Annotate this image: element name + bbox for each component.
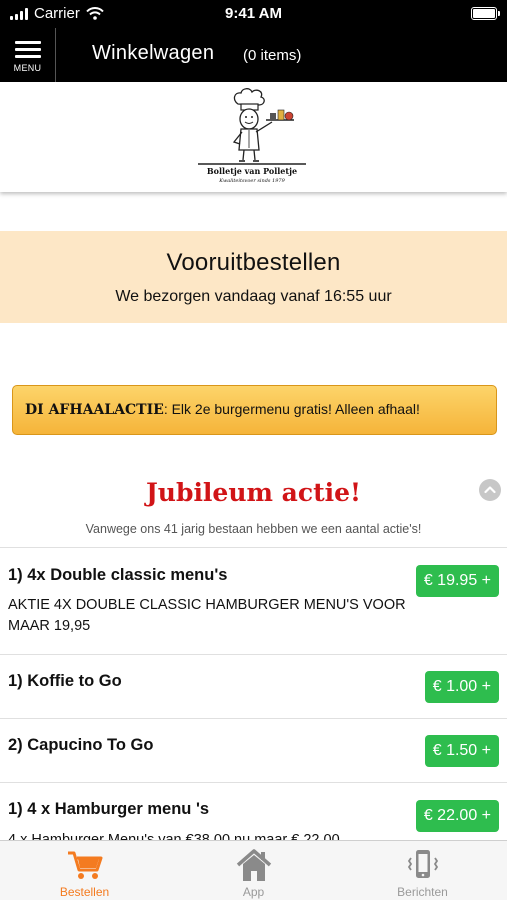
section-subtitle: Vanwege ons 41 jarig bestaan hebben we e…: [85, 522, 422, 536]
add-to-cart-button[interactable]: € 19.95 +: [415, 565, 499, 597]
cart-icon: [68, 851, 103, 879]
battery-icon: [471, 7, 500, 20]
cart-item-count: (0 items): [243, 47, 302, 64]
tab-bar: Bestellen App Berichten: [0, 840, 507, 900]
add-to-cart-button[interactable]: € 22.00 +: [415, 800, 499, 832]
phone-vibrate-icon: [407, 850, 439, 878]
product-name: 1) 4 x Hamburger menu 's: [8, 800, 210, 818]
status-bar: Carrier 9:41 AM: [0, 0, 507, 28]
preorder-banner: Vooruitbestellen We bezorgen vandaag van…: [0, 231, 507, 323]
tab-berichten[interactable]: Berichten: [338, 841, 507, 900]
menu-label: MENU: [13, 63, 42, 73]
add-to-cart-button[interactable]: € 1.50 +: [424, 735, 499, 767]
banner-title: Vooruitbestellen: [166, 249, 341, 276]
logo-name: Bolletje van Polletje: [206, 166, 298, 176]
collapse-icon[interactable]: [479, 479, 501, 501]
promo-text: : Elk 2e burgermenu gratis! Alleen afhaa…: [163, 401, 420, 417]
promo-banner[interactable]: DI AFHAALACTIE: Elk 2e burgermenu gratis…: [12, 385, 497, 435]
nav-bar: MENU Winkelwagen (0 items): [0, 28, 507, 82]
product-name: 2) Capucino To Go: [8, 736, 154, 754]
product-description: 4 x Hamburger Menu's van €38,00 nu maar …: [8, 832, 340, 840]
product-name: 1) 4x Double classic menu's: [8, 566, 228, 584]
tab-bestellen[interactable]: Bestellen: [0, 841, 169, 900]
logo-subtitle: Kwaliteitsvoer sinds 1979: [219, 178, 285, 184]
banner-subtitle: We bezorgen vandaag vanaf 16:55 uur: [115, 288, 392, 305]
promo-title: DI AFHAALACTIE: [25, 402, 164, 418]
tab-label: App: [242, 885, 265, 899]
product-list: 1) 4x Double classic menu's AKTIE 4X DOU…: [0, 547, 507, 840]
product-item[interactable]: 1) 4 x Hamburger menu 's 4 x Hamburger M…: [0, 783, 507, 840]
product-item[interactable]: 1) 4x Double classic menu's AKTIE 4X DOU…: [0, 548, 507, 655]
product-description: AKTIE 4X DOUBLE CLASSIC HAMBURGER MENU'S…: [8, 597, 406, 634]
tab-label: Bestellen: [59, 885, 110, 899]
hamburger-icon: [14, 37, 41, 62]
logo-band: Bolletje van Polletje Kwaliteitsvoer sin…: [0, 82, 507, 192]
product-item[interactable]: 1) Koffie to Go € 1.00 +: [0, 655, 507, 719]
product-name: 1) Koffie to Go: [8, 672, 122, 690]
menu-button[interactable]: MENU: [0, 28, 56, 82]
home-icon: [236, 849, 272, 881]
section-title: Jubileum actie!: [145, 478, 362, 507]
add-to-cart-button[interactable]: € 1.00 +: [424, 671, 499, 703]
page-title: Winkelwagen: [92, 42, 215, 64]
tab-label: Berichten: [397, 885, 448, 899]
status-time: 9:41 AM: [225, 5, 282, 22]
product-item[interactable]: 2) Capucino To Go € 1.50 +: [0, 719, 507, 783]
chef-logo: [198, 88, 306, 165]
tab-app[interactable]: App: [169, 841, 338, 900]
